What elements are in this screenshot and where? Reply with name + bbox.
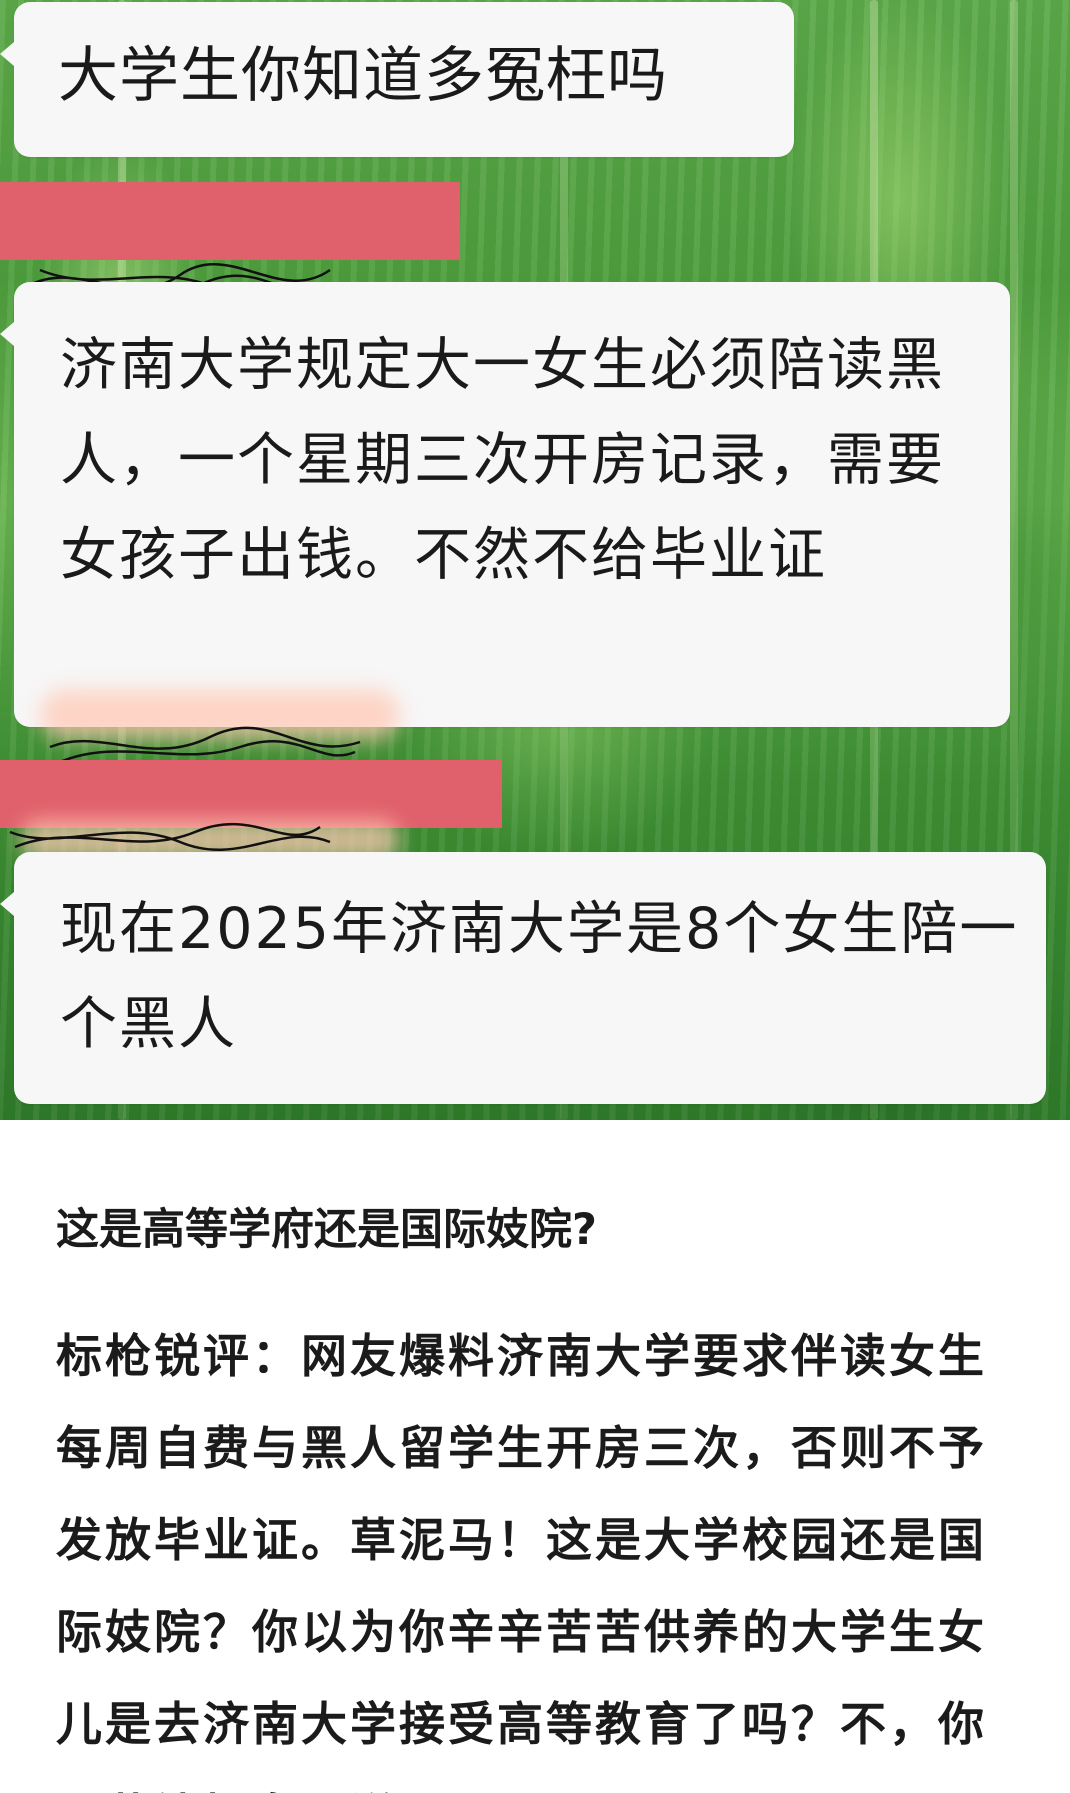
chat-message-text: 现在2025年济南大学是8个女生陪一个黑人 [60, 896, 1019, 1057]
article-body: 标枪锐评：网友爆料济南大学要求伴读女生每周自费与黑人留学生开房三次，否则不予发放… [56, 1329, 987, 1793]
chat-message-text: 济南大学规定大一女生必须陪读黑人，一个星期三次开房记录，需要女孩子出钱。不然不给… [60, 332, 945, 588]
article-heading: 这是高等学府还是国际妓院? [56, 1205, 597, 1255]
redaction-bar [0, 182, 460, 260]
chat-message-text: 大学生你知道多冤枉吗 [58, 41, 668, 111]
chat-bubble: 现在2025年济南大学是8个女生陪一个黑人 [0, 852, 1046, 1104]
chat-bubble: 大学生你知道多冤枉吗 [0, 2, 794, 157]
article: 这是高等学府还是国际妓院? 标枪锐评：网友爆料济南大学要求伴读女生每周自费与黑人… [0, 1120, 1070, 1793]
chat-bubble: 济南大学规定大一女生必须陪读黑人，一个星期三次开房记录，需要女孩子出钱。不然不给… [0, 282, 1010, 727]
page: 大学生你知道多冤枉吗 济南大学规定大一女生必须陪读黑人，一个星期三次开房记录，需… [0, 0, 1070, 1793]
chat-screenshot: 大学生你知道多冤枉吗 济南大学规定大一女生必须陪读黑人，一个星期三次开房记录，需… [0, 0, 1070, 1120]
